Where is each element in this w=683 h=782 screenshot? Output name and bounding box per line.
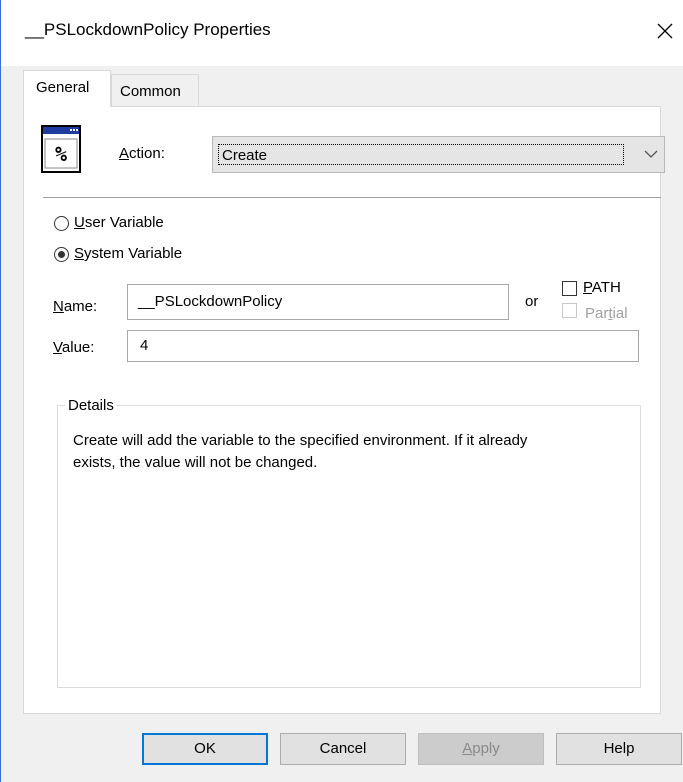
value-label: Value: <box>53 339 95 356</box>
title-bar: __PSLockdownPolicy Properties <box>1 0 683 66</box>
action-dropdown[interactable]: Create <box>212 136 665 173</box>
percent-glyph: % <box>55 142 67 166</box>
details-legend: Details <box>65 397 117 414</box>
system-variable-radio[interactable] <box>54 247 69 262</box>
partial-checkbox[interactable] <box>562 303 577 318</box>
name-label: Name: <box>53 298 98 315</box>
action-selected-value: Create <box>218 144 624 165</box>
section-divider <box>43 197 661 198</box>
action-label: Action: <box>119 145 165 162</box>
tab-general[interactable]: General <box>23 70 111 107</box>
system-variable-label[interactable]: System Variable <box>74 245 182 262</box>
details-description: Create will add the variable to the spec… <box>73 432 528 471</box>
user-variable-label[interactable]: User Variable <box>74 214 164 231</box>
name-field[interactable]: __PSLockdownPolicy <box>127 284 509 320</box>
name-field-value: __PSLockdownPolicy <box>138 293 283 310</box>
or-label: or <box>525 293 539 310</box>
ok-button[interactable]: OK <box>142 733 268 765</box>
properties-dialog: __PSLockdownPolicy Properties General Co… <box>0 0 683 782</box>
value-field[interactable]: 4 <box>127 330 639 362</box>
close-icon <box>657 23 673 39</box>
path-checkbox[interactable] <box>562 281 577 296</box>
environment-variable-icon: % <box>41 125 81 173</box>
dialog-title: __PSLockdownPolicy Properties <box>25 20 271 39</box>
radio-selected-dot <box>58 251 65 258</box>
cancel-button[interactable]: Cancel <box>280 733 406 765</box>
close-button[interactable] <box>649 14 681 48</box>
help-button[interactable]: Help <box>556 733 682 765</box>
partial-label: Partial <box>585 305 628 322</box>
user-variable-radio[interactable] <box>54 216 69 231</box>
tab-common[interactable]: Common <box>111 74 199 106</box>
apply-button[interactable]: Apply <box>418 733 544 765</box>
chevron-down-icon <box>644 150 658 158</box>
path-label[interactable]: PATH <box>583 279 621 296</box>
value-field-value: 4 <box>140 337 149 354</box>
